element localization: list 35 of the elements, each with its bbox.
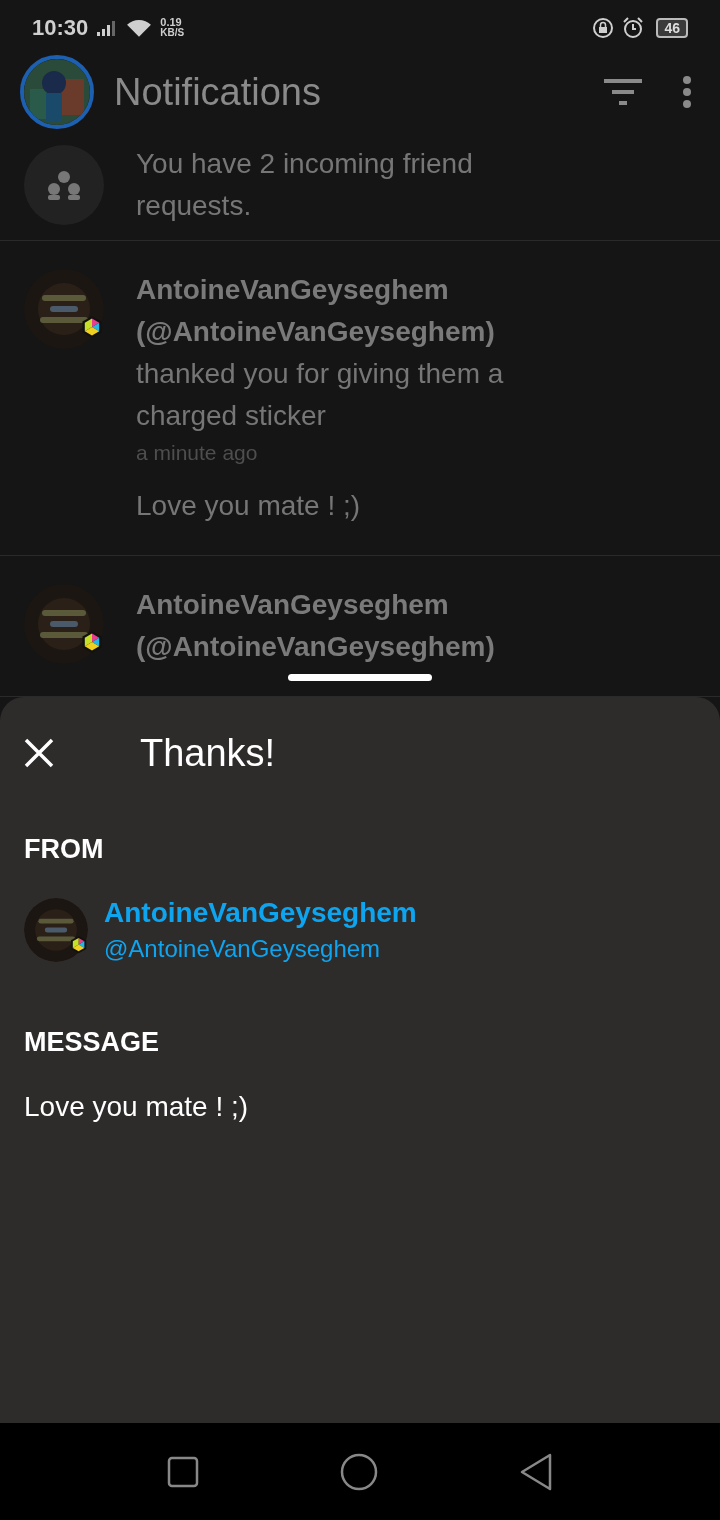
section-label: MESSAGE (24, 1025, 161, 1059)
hexagon-badge-icon (68, 934, 88, 954)
rotation-lock-icon (592, 16, 615, 39)
hexagon-badge-icon (80, 315, 104, 340)
user-handle: (@AntoineVanGeyseghem) (136, 630, 495, 664)
user-name: AntoineVanGeyseghem (136, 273, 450, 307)
alarm-icon (622, 16, 645, 39)
wifi-icon (126, 17, 153, 38)
sheet-title: Thanks! (140, 730, 276, 776)
close-icon (24, 738, 54, 768)
user-name: AntoineVanGeyseghem (136, 588, 450, 622)
clock: 10:30 (32, 14, 89, 43)
battery-indicator: 46 (656, 17, 688, 38)
message-body: Love you mate ! ;) (24, 1090, 250, 1124)
circle-icon (340, 1452, 378, 1491)
user-handle: (@AntoineVanGeyseghem) (136, 315, 496, 349)
sender-handle[interactable]: @AntoineVanGeyseghem (104, 931, 417, 966)
drag-handle[interactable] (288, 674, 432, 681)
hexagon-badge-icon (80, 630, 104, 655)
timestamp: a minute ago (136, 440, 259, 466)
notification-text: thanked you for giving them a charged sticker (136, 357, 505, 433)
sender-name[interactable]: AntoineVanGeyseghem (104, 893, 417, 932)
square-icon (166, 1455, 199, 1488)
recents-button[interactable] (166, 1455, 199, 1488)
page-title: Notifications (114, 69, 321, 115)
speed-unit: KB/S (160, 28, 185, 39)
more-icon (682, 75, 692, 110)
back-button[interactable] (519, 1452, 554, 1491)
back-icon (519, 1452, 554, 1491)
message-text: Love you mate ! ;) (136, 489, 362, 523)
section-label: FROM (24, 833, 105, 866)
home-button[interactable] (340, 1452, 378, 1491)
filter-icon (604, 79, 642, 106)
speed-value: 0.19 (160, 17, 182, 29)
friend-requests-text[interactable]: You have 2 incoming friend requests. (136, 142, 556, 227)
